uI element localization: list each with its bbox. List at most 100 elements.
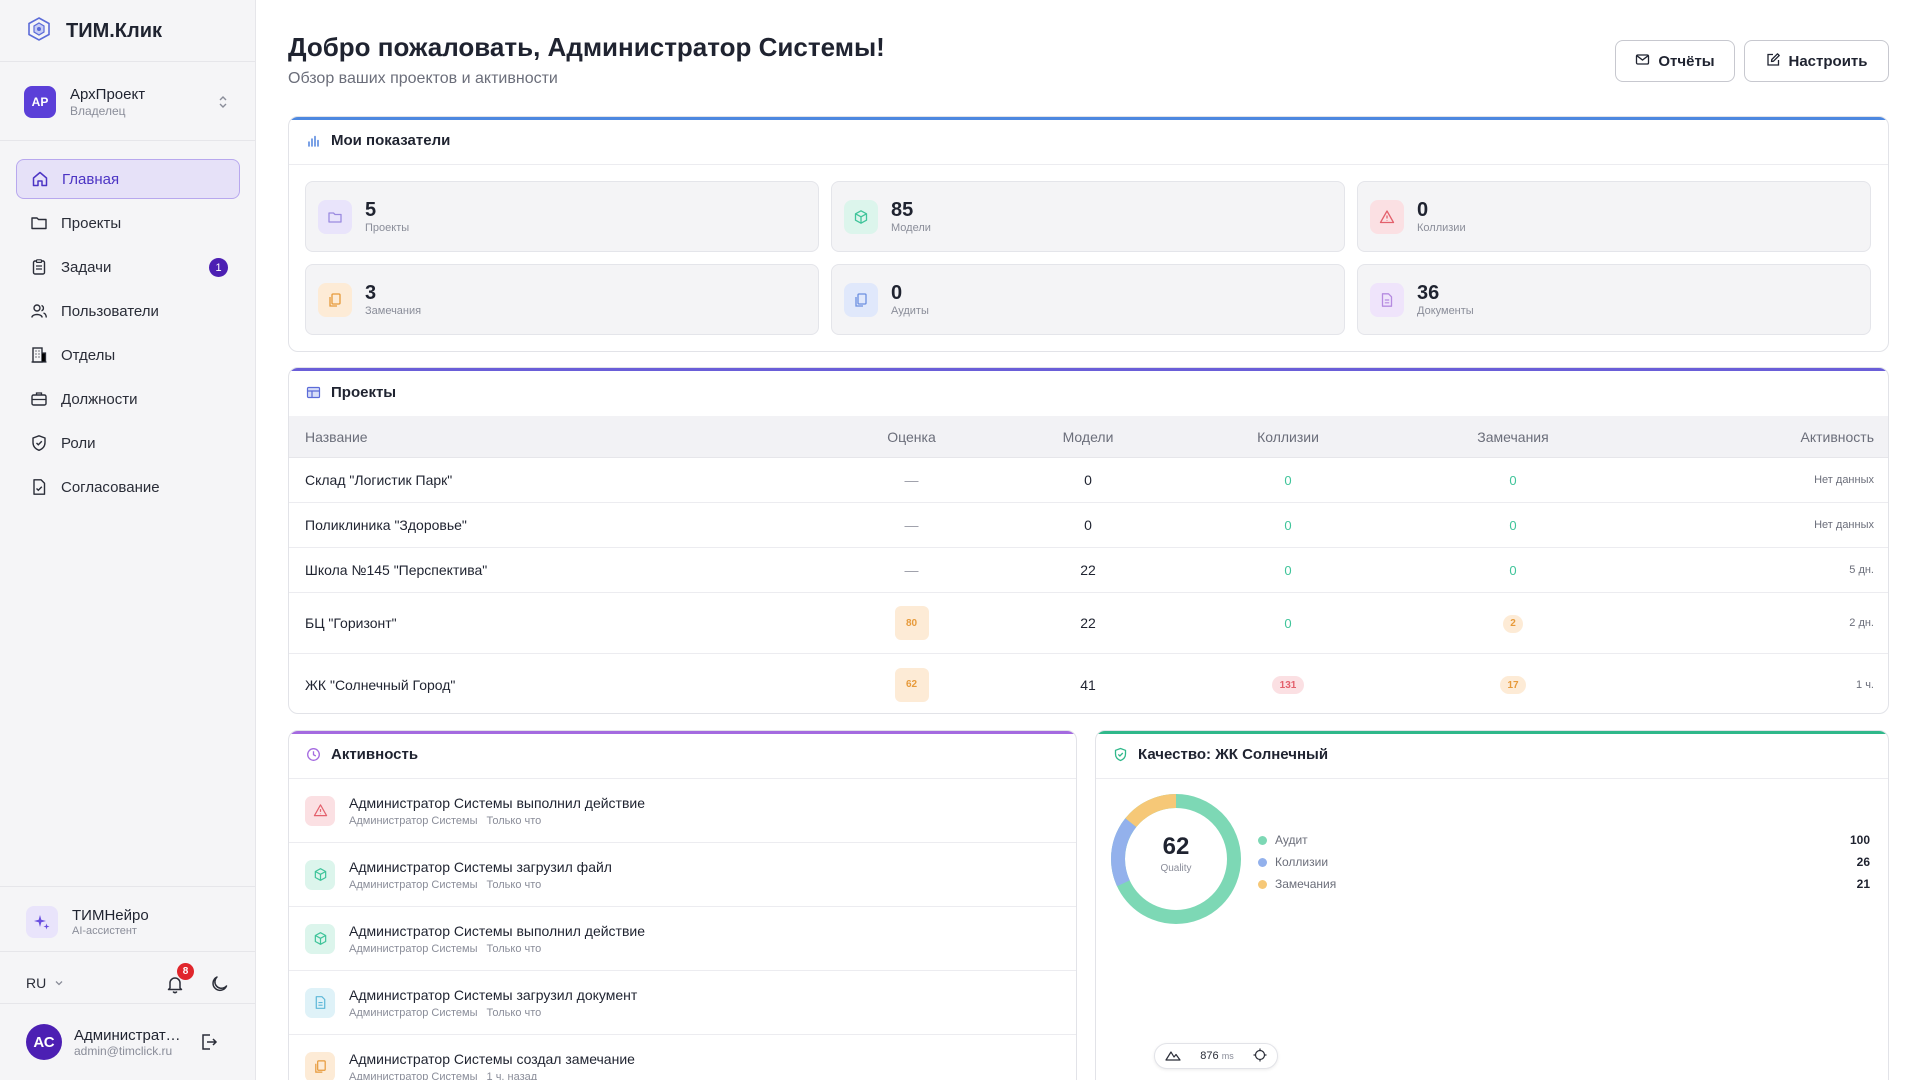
crosshair-icon[interactable] bbox=[1253, 1048, 1267, 1065]
remarks-badge: 2 bbox=[1503, 614, 1523, 633]
legend-dot bbox=[1258, 835, 1267, 845]
activity-author: Администратор Системы bbox=[349, 1006, 478, 1019]
column-header-remarks[interactable]: Замечания bbox=[1374, 429, 1652, 445]
metric-value: 5 bbox=[365, 199, 377, 221]
sidebar-item-label: Отделы bbox=[61, 346, 116, 364]
legend-label: Аудит bbox=[1275, 833, 1308, 847]
activity-item[interactable]: Администратор Системы загрузил документ А… bbox=[289, 971, 1076, 1035]
sidebar-item-positions[interactable]: Должности bbox=[16, 379, 240, 419]
legend-value: 21 bbox=[1856, 877, 1870, 891]
quality-legend: Аудит 100 Коллизии 26 Замечания 21 bbox=[1258, 829, 1870, 895]
user-profile[interactable]: АС Администратор Системы admin@timclick.… bbox=[26, 1022, 236, 1062]
sidebar-item-label: Согласование bbox=[61, 478, 160, 496]
metric-value: 3 bbox=[365, 282, 377, 304]
column-header-collisions[interactable]: Коллизии bbox=[1202, 429, 1374, 445]
ai-assistant[interactable]: ТИМНейро AI-ассистент bbox=[26, 904, 149, 940]
mail-icon bbox=[1635, 52, 1650, 71]
legend-label: Коллизии bbox=[1275, 855, 1329, 869]
warning-icon bbox=[1370, 199, 1404, 234]
document-icon bbox=[1370, 282, 1404, 317]
activity-item[interactable]: Администратор Системы создал замечание Ад… bbox=[289, 1035, 1076, 1080]
performance-widget[interactable]: 876 ms bbox=[1154, 1043, 1278, 1069]
logout-icon[interactable] bbox=[198, 1031, 220, 1053]
activity-item[interactable]: Администратор Системы загрузил файл Админ… bbox=[289, 843, 1076, 907]
table-row[interactable]: Школа №145 "Перспектива" — 22 0 0 5 дн. bbox=[289, 548, 1888, 593]
tasks-badge: 1 bbox=[209, 258, 228, 277]
ai-subtitle: AI-ассистент bbox=[72, 925, 137, 937]
page-subtitle: Обзор ваших проектов и активности bbox=[288, 70, 558, 87]
metric-documents[interactable]: 36 Документы bbox=[1357, 264, 1871, 335]
sidebar-item-projects[interactable]: Проекты bbox=[16, 203, 240, 243]
metric-models[interactable]: 85 Модели bbox=[831, 181, 1345, 252]
divider bbox=[0, 951, 256, 952]
sidebar-nav: Главная Проекты Задачи 1 Пользователи От… bbox=[16, 159, 240, 511]
metric-value: 85 bbox=[891, 199, 914, 221]
reports-button[interactable]: Отчёты bbox=[1615, 40, 1735, 82]
metric-audits[interactable]: 0 Аудиты bbox=[831, 264, 1345, 335]
settings-button[interactable]: Настроить bbox=[1744, 40, 1889, 82]
sparkles-icon bbox=[26, 906, 58, 938]
table-header: Название Оценка Модели Коллизии Замечани… bbox=[289, 416, 1888, 458]
column-header-score[interactable]: Оценка bbox=[849, 429, 974, 445]
shield-check-icon bbox=[1112, 747, 1128, 763]
activity-author: Администратор Системы bbox=[349, 942, 478, 955]
sidebar-item-label: Задачи bbox=[61, 258, 112, 276]
score-badge: 62 bbox=[894, 667, 929, 702]
divider bbox=[0, 886, 256, 887]
project-activity: Нет данных bbox=[1814, 474, 1874, 486]
sidebar-item-tasks[interactable]: Задачи 1 bbox=[16, 247, 240, 287]
legend-value: 100 bbox=[1849, 833, 1870, 847]
document-icon bbox=[305, 987, 335, 1018]
metric-collisions[interactable]: 0 Коллизии bbox=[1357, 181, 1871, 252]
sidebar-item-roles[interactable]: Роли bbox=[16, 423, 240, 463]
card-accent bbox=[289, 731, 1076, 734]
sidebar-item-users[interactable]: Пользователи bbox=[16, 291, 240, 331]
activity-item[interactable]: Администратор Системы выполнил действие А… bbox=[289, 907, 1076, 971]
language-select[interactable]: RU bbox=[26, 975, 64, 991]
app-logo[interactable]: ТИМ.Клик bbox=[26, 16, 162, 46]
sidebar-item-departments[interactable]: Отделы bbox=[16, 335, 240, 375]
cube-icon bbox=[844, 199, 878, 234]
project-score: — bbox=[904, 562, 919, 578]
org-switcher[interactable]: АР АрхПроект Владелец bbox=[24, 84, 232, 120]
project-models: 41 bbox=[1080, 676, 1096, 693]
column-header-models[interactable]: Модели bbox=[974, 429, 1202, 445]
activity-title-text: Администратор Системы загрузил документ bbox=[349, 986, 638, 1003]
metric-label: Проекты bbox=[365, 222, 410, 234]
chevron-up-down-icon[interactable] bbox=[214, 93, 232, 111]
sidebar: ТИМ.Клик АР АрхПроект Владелец Главная П… bbox=[0, 0, 256, 1080]
quality-card: Качество: ЖК Солнечный 62 Quality Аудит … bbox=[1095, 730, 1889, 1080]
sidebar-item-label: Должности bbox=[61, 390, 138, 408]
main-content: Добро пожаловать, Администратор Системы!… bbox=[256, 0, 1920, 1080]
project-models: 22 bbox=[1080, 615, 1096, 631]
activity-time: Только что bbox=[486, 814, 542, 827]
legend-item-collisions: Коллизии 26 bbox=[1258, 851, 1870, 873]
activity-card: Активность Администратор Системы выполни… bbox=[288, 730, 1077, 1080]
sidebar-item-approval[interactable]: Согласование bbox=[16, 467, 240, 507]
activity-title: Активность bbox=[331, 746, 419, 763]
building-icon bbox=[29, 345, 49, 365]
sidebar-item-home[interactable]: Главная bbox=[16, 159, 240, 199]
table-row[interactable]: Склад "Логистик Парк" — 0 0 0 Нет данных bbox=[289, 458, 1888, 503]
legend-label: Замечания bbox=[1275, 877, 1337, 891]
clock-icon bbox=[305, 747, 321, 763]
warning-icon bbox=[305, 795, 335, 826]
divider bbox=[0, 1003, 256, 1004]
project-remarks: 0 bbox=[1509, 472, 1517, 488]
metric-value: 0 bbox=[1417, 199, 1429, 221]
metric-label: Аудиты bbox=[891, 305, 929, 317]
activity-item[interactable]: Администратор Системы выполнил действие А… bbox=[289, 779, 1076, 843]
metrics-card: Мои показатели 5 Проекты 85 Модели 0 Коллиз… bbox=[288, 116, 1889, 352]
metric-projects[interactable]: 5 Проекты bbox=[305, 181, 819, 252]
column-header-name[interactable]: Название bbox=[289, 429, 849, 445]
activity-time: Только что bbox=[486, 1006, 542, 1019]
table-row[interactable]: БЦ "Горизонт" 80 22 0 2 2 дн. bbox=[289, 593, 1888, 654]
metric-remarks[interactable]: 3 Замечания bbox=[305, 264, 819, 335]
users-icon bbox=[29, 301, 49, 321]
column-header-activity[interactable]: Активность bbox=[1652, 429, 1888, 445]
moon-icon[interactable] bbox=[209, 973, 231, 995]
org-name: АрхПроект bbox=[70, 86, 146, 103]
legend-item-remarks: Замечания 21 bbox=[1258, 873, 1870, 895]
table-row[interactable]: Поликлиника "Здоровье" — 0 0 0 Нет данны… bbox=[289, 503, 1888, 548]
table-row[interactable]: ЖК "Солнечный Город" 62 41 131 17 1 ч. bbox=[289, 654, 1888, 713]
